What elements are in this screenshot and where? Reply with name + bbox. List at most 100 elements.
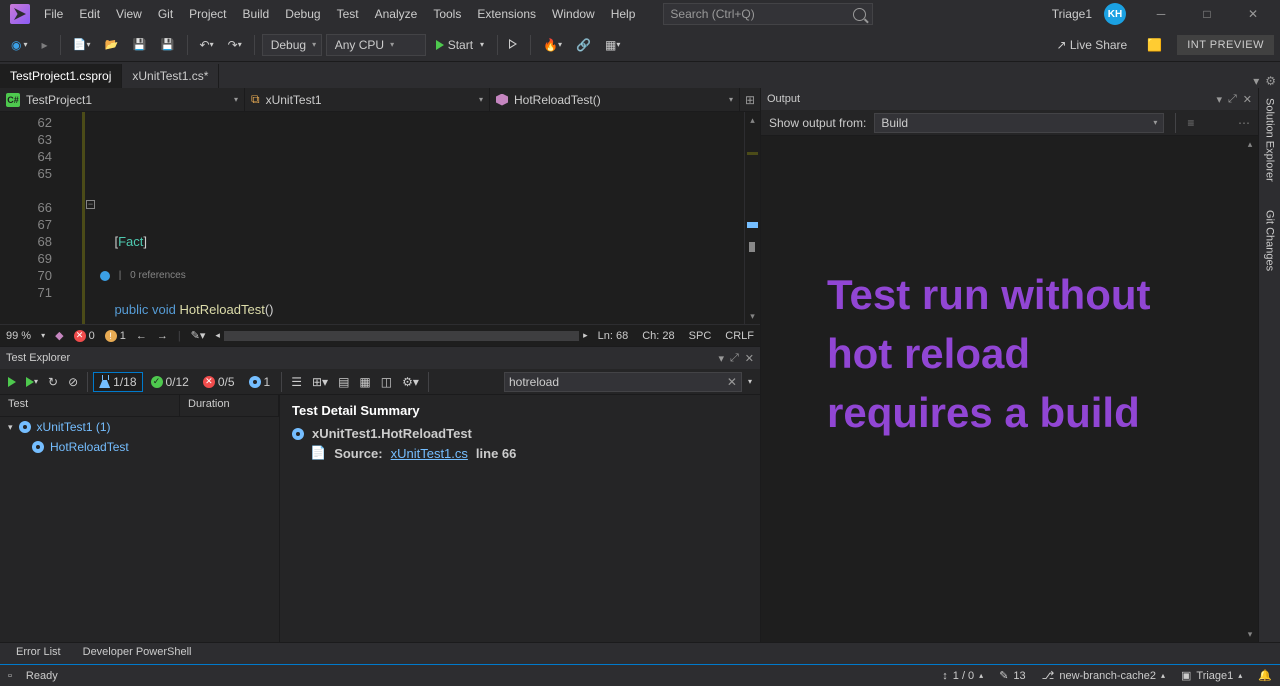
doc-tab-xunit[interactable]: xUnitTest1.cs*	[122, 64, 219, 88]
source-link[interactable]: xUnitTest1.cs	[391, 446, 468, 461]
menu-extensions[interactable]: Extensions	[469, 3, 544, 25]
nav-back-icon[interactable]: ←	[136, 330, 147, 342]
layout-button[interactable]: ▦▾	[600, 35, 625, 55]
error-list-tab[interactable]: Error List	[6, 643, 71, 661]
settings-button[interactable]: ⚙▾	[398, 372, 423, 392]
nav-class-dropdown[interactable]: ⧉xUnitTest1▾	[245, 88, 490, 111]
platform-dropdown[interactable]: Any CPU▾	[326, 34, 426, 56]
redo-button[interactable]: ↷▾	[223, 35, 247, 55]
columns-button[interactable]: ▦	[355, 372, 374, 392]
solution-explorer-tab[interactable]: Solution Explorer	[1262, 94, 1278, 186]
panel-dropdown-button[interactable]: ▾	[718, 352, 724, 365]
test-column-header[interactable]: Test	[0, 395, 180, 416]
test-item-row[interactable]: HotReloadTest	[0, 437, 279, 457]
fold-button[interactable]: −	[86, 200, 95, 209]
editor-scrollbar[interactable]: ▴ ▾	[744, 112, 760, 324]
powershell-tab[interactable]: Developer PowerShell	[73, 643, 202, 661]
repeat-button[interactable]: ↻	[44, 372, 62, 392]
git-changes-tab[interactable]: Git Changes	[1262, 206, 1278, 275]
back-button[interactable]: ◉▾	[6, 35, 33, 55]
doc-tab-csproj[interactable]: TestProject1.csproj	[0, 64, 122, 88]
tab-overflow-button[interactable]: ▾	[1253, 74, 1259, 88]
save-all-button[interactable]: 💾	[156, 35, 180, 55]
user-avatar[interactable]: KH	[1104, 3, 1126, 25]
menu-build[interactable]: Build	[235, 3, 278, 25]
git-repo[interactable]: ▣Triage1▴	[1181, 669, 1242, 682]
eol-indicator[interactable]: CRLF	[725, 330, 754, 342]
indent-indicator[interactable]: SPC	[689, 330, 712, 342]
output-close-button[interactable]: ✕	[1243, 93, 1252, 106]
run-all-button[interactable]	[4, 374, 20, 390]
view-button[interactable]: ▤	[334, 372, 353, 392]
code-area[interactable]: [Fact] | 0 references public void HotRel…	[70, 112, 760, 324]
menu-git[interactable]: Git	[150, 3, 181, 25]
output-clear-button[interactable]: ≡	[1187, 116, 1194, 130]
forward-button[interactable]: ▸	[37, 35, 53, 55]
nav-split-button[interactable]: ⊞	[740, 88, 760, 111]
nav-member-dropdown[interactable]: HotReloadTest()▾	[490, 88, 740, 111]
menu-analyze[interactable]: Analyze	[367, 3, 426, 25]
error-count[interactable]: ✕0	[74, 330, 95, 342]
panel-close-button[interactable]: ✕	[745, 352, 754, 365]
col-indicator[interactable]: Ch: 28	[642, 330, 674, 342]
close-button[interactable]: ✕	[1230, 0, 1276, 28]
menu-edit[interactable]: Edit	[71, 3, 108, 25]
notrun-counter[interactable]: 1	[243, 372, 277, 392]
playlist-button[interactable]: ☰	[287, 372, 306, 392]
live-share-button[interactable]: ↗ Live Share	[1051, 35, 1132, 55]
failed-counter[interactable]: ✕0/5	[197, 372, 241, 392]
panel-pin-button[interactable]: ⤢	[730, 352, 739, 365]
layout-button[interactable]: ◫	[377, 372, 396, 392]
browser-link-button[interactable]: 🔗	[571, 35, 596, 55]
menu-window[interactable]: Window	[544, 3, 603, 25]
passed-counter[interactable]: ✓0/12	[145, 372, 195, 392]
char-count[interactable]: ✎13	[999, 669, 1025, 682]
git-branch[interactable]: ⎇new-branch-cache2▴	[1042, 669, 1165, 682]
menu-debug[interactable]: Debug	[277, 3, 328, 25]
hot-reload-button[interactable]: 🔥▾	[538, 35, 567, 55]
menu-tools[interactable]: Tools	[425, 3, 469, 25]
output-source-dropdown[interactable]: Build▾	[874, 113, 1164, 133]
save-button[interactable]: 💾	[128, 35, 152, 55]
nav-fwd-icon[interactable]: →	[157, 330, 168, 342]
duration-column-header[interactable]: Duration	[180, 395, 279, 416]
zoom-level[interactable]: 99 %	[6, 330, 31, 342]
menu-file[interactable]: File	[36, 3, 71, 25]
feedback-button[interactable]: 🟨	[1142, 35, 1167, 55]
menu-test[interactable]: Test	[329, 3, 367, 25]
pen-icon[interactable]: ✎▾	[191, 329, 206, 342]
undo-button[interactable]: ↶▾	[195, 35, 219, 55]
clear-search-button[interactable]: ✕	[727, 375, 737, 389]
test-search-input[interactable]: ✕	[504, 372, 742, 392]
new-item-button[interactable]: 📄▾	[68, 35, 96, 55]
output-scrollbar[interactable]: ▴ ▾	[1242, 136, 1258, 642]
start-debug-button[interactable]: Start▾	[430, 36, 490, 54]
minimize-button[interactable]: ─	[1138, 0, 1184, 28]
line-indicator[interactable]: Ln: 68	[598, 330, 629, 342]
config-dropdown[interactable]: Debug▾	[262, 34, 322, 56]
menu-help[interactable]: Help	[603, 3, 644, 25]
start-without-debug-button[interactable]	[505, 37, 523, 53]
expand-icon[interactable]: ▾	[8, 422, 13, 433]
health-icon[interactable]: ◆	[55, 329, 63, 342]
test-group-row[interactable]: ▾ xUnitTest1 (1)	[0, 417, 279, 437]
maximize-button[interactable]: □	[1184, 0, 1230, 28]
code-editor[interactable]: 62 63 64 65 66 67 68 69 70 71 − [Fact] |…	[0, 112, 760, 324]
run-button[interactable]: ▾	[22, 374, 42, 390]
group-button[interactable]: ⊞▾	[308, 372, 332, 392]
nav-project-dropdown[interactable]: C#TestProject1▾	[0, 88, 245, 111]
global-search[interactable]: Search (Ctrl+Q)	[663, 3, 873, 25]
output-dropdown-button[interactable]: ▾	[1216, 93, 1222, 106]
output-pin-button[interactable]: ⤢	[1228, 93, 1237, 106]
test-indicator-icon[interactable]	[100, 271, 110, 281]
warning-count[interactable]: !1	[105, 330, 126, 342]
tab-settings-button[interactable]: ⚙	[1265, 74, 1276, 88]
total-tests-counter[interactable]: 1/18	[93, 372, 142, 392]
menu-view[interactable]: View	[108, 3, 150, 25]
search-options-button[interactable]: ▾	[744, 374, 756, 389]
output-text-area[interactable]: Test run without hot reload requires a b…	[761, 136, 1258, 642]
notifications-button[interactable]: 🔔	[1258, 669, 1272, 682]
cancel-button[interactable]: ⊘	[64, 372, 82, 392]
open-button[interactable]: 📂	[100, 35, 124, 55]
menu-project[interactable]: Project	[181, 3, 234, 25]
